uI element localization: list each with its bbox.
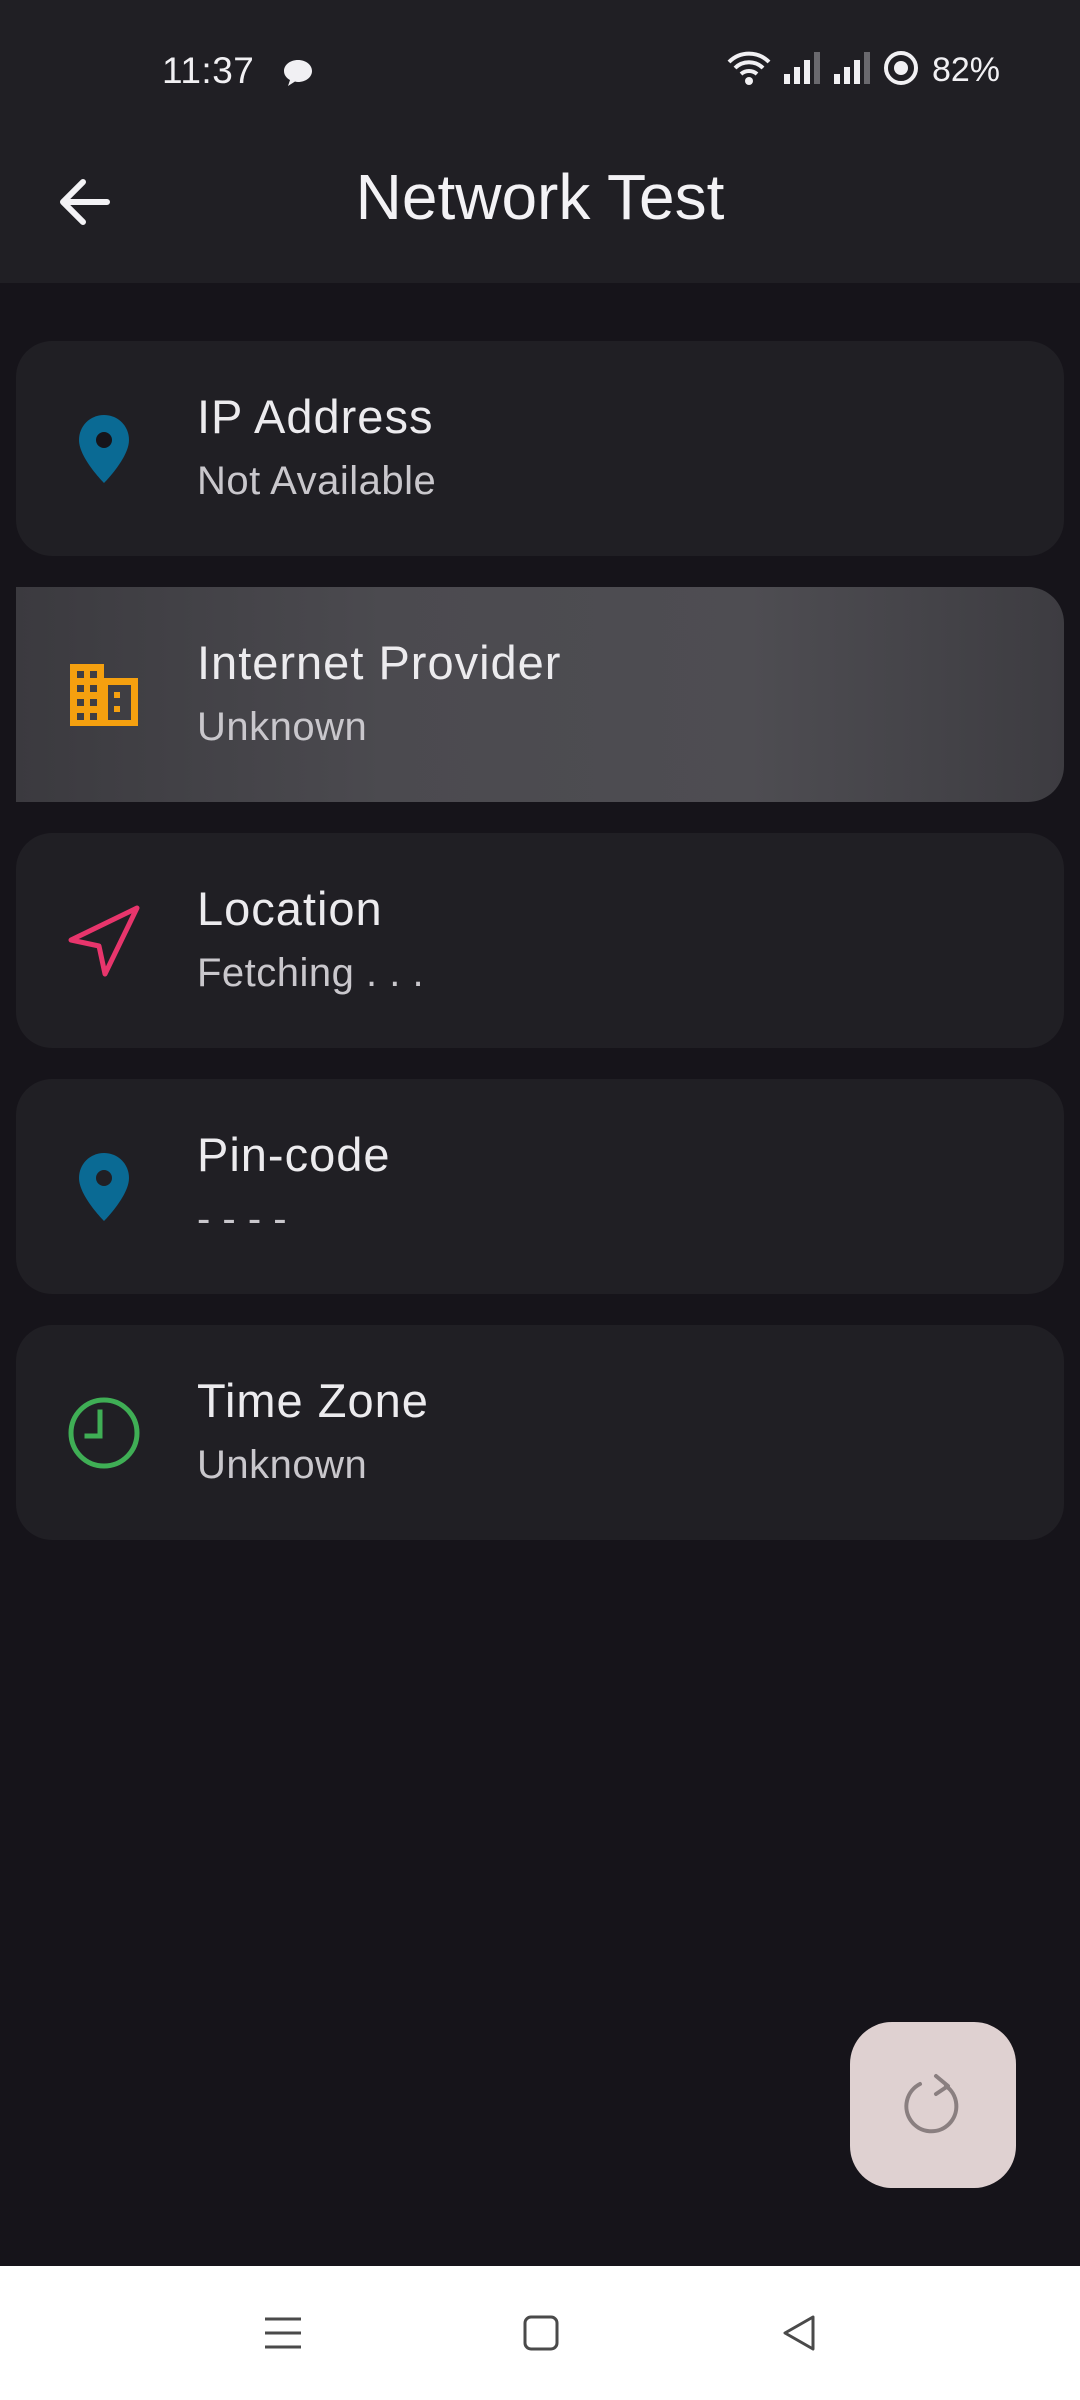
card-internet-provider[interactable]: Internet Provider Unknown (16, 587, 1064, 802)
building-icon (66, 657, 142, 733)
card-value: Fetching . . . (197, 951, 425, 995)
app-bar: Network Test (0, 140, 1080, 283)
navigation-arrow-icon (66, 903, 142, 979)
card-title: Pin-code (197, 1128, 391, 1181)
battery-percent: 82% (931, 50, 1000, 89)
card-title: IP Address (197, 390, 434, 443)
home-square-icon (523, 2315, 559, 2351)
wifi-icon (726, 50, 772, 91)
refresh-icon (904, 2074, 959, 2134)
home-button[interactable] (514, 2306, 568, 2360)
refresh-button[interactable] (850, 2022, 1016, 2188)
signal-icon (782, 50, 822, 91)
card-pin-code[interactable]: Pin-code - - - - (16, 1079, 1064, 1294)
recent-apps-button[interactable] (256, 2306, 310, 2360)
chat-bubble-icon (282, 58, 314, 88)
card-ip-address[interactable]: IP Address Not Available (16, 341, 1064, 556)
card-value: Not Available (197, 459, 437, 503)
back-nav-button[interactable] (772, 2306, 826, 2360)
card-value: Unknown (197, 705, 368, 749)
card-value: - - - - (197, 1197, 288, 1241)
status-time: 11:37 (162, 50, 255, 91)
location-pin-icon (66, 1149, 142, 1225)
status-icons: 82% (726, 48, 1000, 92)
signal-icon (832, 50, 872, 91)
back-triangle-icon (783, 2315, 815, 2351)
battery-ring-icon (882, 49, 920, 92)
page-title: Network Test (355, 161, 725, 233)
card-title: Location (197, 882, 383, 935)
card-title: Time Zone (197, 1374, 429, 1427)
card-title: Internet Provider (197, 636, 562, 689)
status-bar: 11:37 82% (0, 0, 1080, 140)
location-pin-icon (66, 411, 142, 487)
clock-icon (66, 1395, 142, 1471)
menu-icon (265, 2317, 301, 2349)
info-card-list: IP Address Not Available Internet Provid… (16, 341, 1064, 1571)
card-time-zone[interactable]: Time Zone Unknown (16, 1325, 1064, 1540)
card-value: Unknown (197, 1443, 368, 1487)
card-location[interactable]: Location Fetching . . . (16, 833, 1064, 1048)
system-nav-bar (0, 2266, 1080, 2400)
